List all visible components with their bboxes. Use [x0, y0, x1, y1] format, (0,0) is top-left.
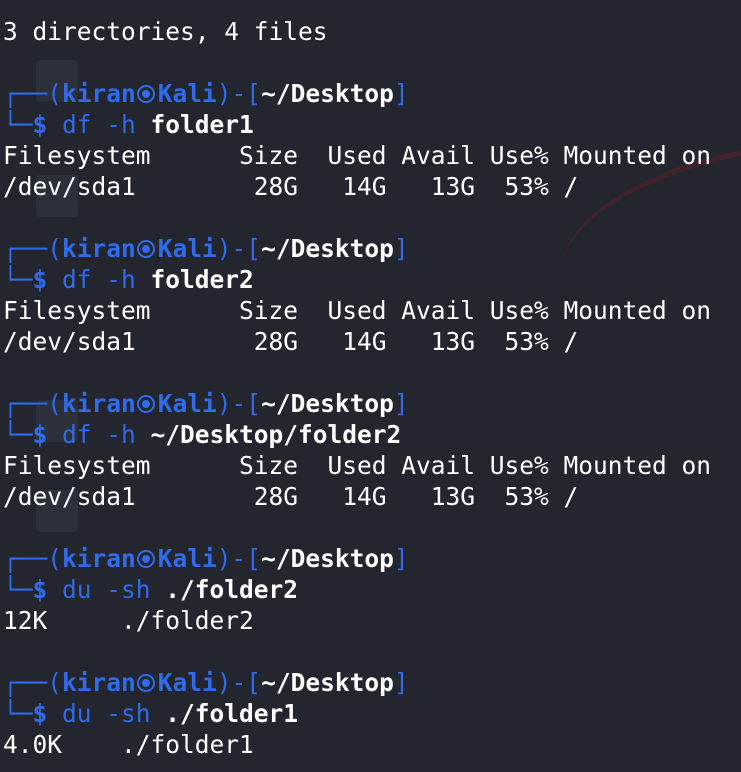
prompt-user: kiran: [62, 79, 136, 108]
command-arg: folder2: [150, 265, 254, 294]
output-line: Filesystem Size Used Avail Use% Mounted …: [3, 296, 712, 325]
command-arg: ~/Desktop/folder2: [150, 420, 402, 449]
kali-logo-icon: [136, 85, 155, 103]
command-line: └─$ df -h ~/Desktop/folder2: [3, 420, 402, 449]
prompt-host: Kali: [157, 544, 217, 573]
prompt-header: ┌──(kiran Kali)-[~/Desktop]: [3, 389, 409, 418]
output-line: Filesystem Size Used Avail Use% Mounted …: [3, 141, 712, 170]
output-line: Filesystem Size Used Avail Use% Mounted …: [3, 451, 712, 480]
kali-logo-icon: [136, 550, 155, 568]
tree-summary: 3 directories, 4 files: [3, 17, 328, 46]
prompt-host: Kali: [157, 79, 217, 108]
command-name: df -h: [62, 265, 151, 294]
command-name: df -h: [62, 110, 151, 139]
prompt-header: ┌──(kiran Kali)-[~/Desktop]: [3, 544, 409, 573]
prompt-host: Kali: [157, 668, 217, 697]
prompt-host: Kali: [157, 234, 217, 263]
prompt-user: kiran: [62, 234, 136, 263]
terminal-output[interactable]: 3 directories, 4 files ┌──(kiran Kali)-[~…: [3, 16, 739, 760]
prompt-path: ~/Desktop: [261, 234, 394, 263]
command-arg: ./folder1: [165, 699, 299, 728]
prompt-path: ~/Desktop: [261, 544, 394, 573]
prompt-user: kiran: [62, 668, 136, 697]
command-line: └─$ df -h folder1: [3, 110, 254, 139]
command-name: du -sh: [62, 699, 166, 728]
prompt-header: ┌──(kiran Kali)-[~/Desktop]: [3, 79, 409, 108]
prompt-header: ┌──(kiran Kali)-[~/Desktop]: [3, 668, 409, 697]
prompt-path: ~/Desktop: [261, 389, 394, 418]
prompt-path: ~/Desktop: [261, 668, 394, 697]
prompt-path: ~/Desktop: [261, 79, 394, 108]
command-arg: ./folder2: [165, 575, 299, 604]
command-name: df -h: [62, 420, 151, 449]
command-line: └─$ df -h folder2: [3, 265, 254, 294]
command-name: du -sh: [62, 575, 166, 604]
output-line: 4.0K ./folder1: [3, 730, 254, 759]
kali-logo-icon: [136, 674, 155, 692]
output-line: /dev/sda1 28G 14G 13G 53% /: [3, 482, 579, 511]
kali-logo-icon: [136, 395, 155, 413]
prompt-header: ┌──(kiran Kali)-[~/Desktop]: [3, 234, 409, 263]
output-line: 12K ./folder2: [3, 606, 254, 635]
kali-logo-icon: [136, 240, 155, 258]
command-arg: folder1: [150, 110, 254, 139]
output-line: /dev/sda1 28G 14G 13G 53% /: [3, 172, 579, 201]
prompt-user: kiran: [62, 389, 136, 418]
command-line: └─$ du -sh ./folder1: [3, 699, 299, 728]
prompt-host: Kali: [157, 389, 217, 418]
command-line: └─$ du -sh ./folder2: [3, 575, 299, 604]
output-line: /dev/sda1 28G 14G 13G 53% /: [3, 327, 579, 356]
prompt-user: kiran: [62, 544, 136, 573]
